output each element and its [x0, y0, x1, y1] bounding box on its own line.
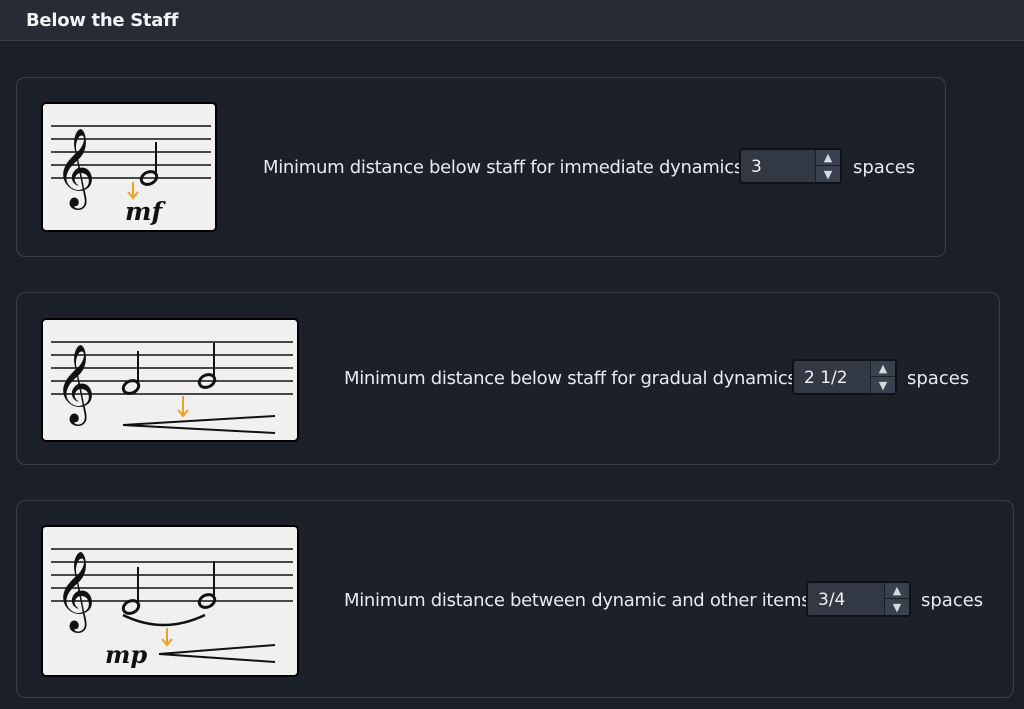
dynamic-other-items-stepper[interactable]: 3/4 ▲ ▼	[806, 581, 911, 617]
unit-label: spaces	[907, 368, 970, 389]
dynamic-other-items-label: Minimum distance between dynamic and oth…	[344, 590, 817, 611]
chevron-down-icon[interactable]: ▼	[871, 377, 895, 393]
section-header: Below the Staff	[0, 0, 1024, 41]
svg-text:𝄞: 𝄞	[55, 551, 95, 633]
section-title: Below the Staff	[26, 10, 179, 31]
svg-text:𝄞: 𝄞	[55, 128, 95, 210]
arrow-down-icon	[127, 182, 139, 200]
dynamic-marking: mf	[125, 197, 166, 226]
arrow-down-icon	[161, 628, 173, 647]
gradual-dynamics-stepper[interactable]: 2 1/2 ▲ ▼	[792, 359, 897, 395]
crescendo-hairpin	[122, 415, 276, 434]
chevron-down-icon[interactable]: ▼	[816, 166, 840, 182]
gradual-dynamics-label: Minimum distance below staff for gradual…	[344, 368, 803, 389]
unit-label: spaces	[921, 590, 984, 611]
unit-label: spaces	[853, 157, 916, 178]
setting-panel-immediate-dynamics: 𝄞 mf Minimum distance below staff for im…	[16, 77, 946, 257]
diminuendo-hairpin	[158, 644, 276, 663]
gradual-dynamics-illustration: 𝄞	[41, 318, 299, 442]
setting-panel-gradual-dynamics: 𝄞 Minimum distance below staff for gradu…	[16, 292, 1000, 465]
chevron-up-icon[interactable]: ▲	[871, 361, 895, 377]
immediate-dynamics-label: Minimum distance below staff for immedia…	[263, 157, 749, 178]
slur	[122, 613, 206, 627]
immediate-dynamics-illustration: 𝄞 mf	[41, 102, 217, 232]
stepper-value[interactable]: 3/4	[818, 590, 845, 610]
dynamic-marking: mp	[105, 640, 147, 669]
chevron-up-icon[interactable]: ▲	[816, 150, 840, 166]
setting-panel-dynamic-other-items: 𝄞 mp Minimum distance between dynamic an…	[16, 500, 1014, 698]
chevron-down-icon[interactable]: ▼	[885, 599, 909, 615]
arrow-down-icon	[177, 396, 189, 418]
dynamic-other-items-illustration: 𝄞 mp	[41, 525, 299, 677]
stepper-value[interactable]: 2 1/2	[804, 368, 848, 388]
immediate-dynamics-stepper[interactable]: 3 ▲ ▼	[739, 148, 842, 184]
svg-text:𝄞: 𝄞	[55, 344, 95, 426]
chevron-up-icon[interactable]: ▲	[885, 583, 909, 599]
stepper-value[interactable]: 3	[751, 157, 762, 177]
